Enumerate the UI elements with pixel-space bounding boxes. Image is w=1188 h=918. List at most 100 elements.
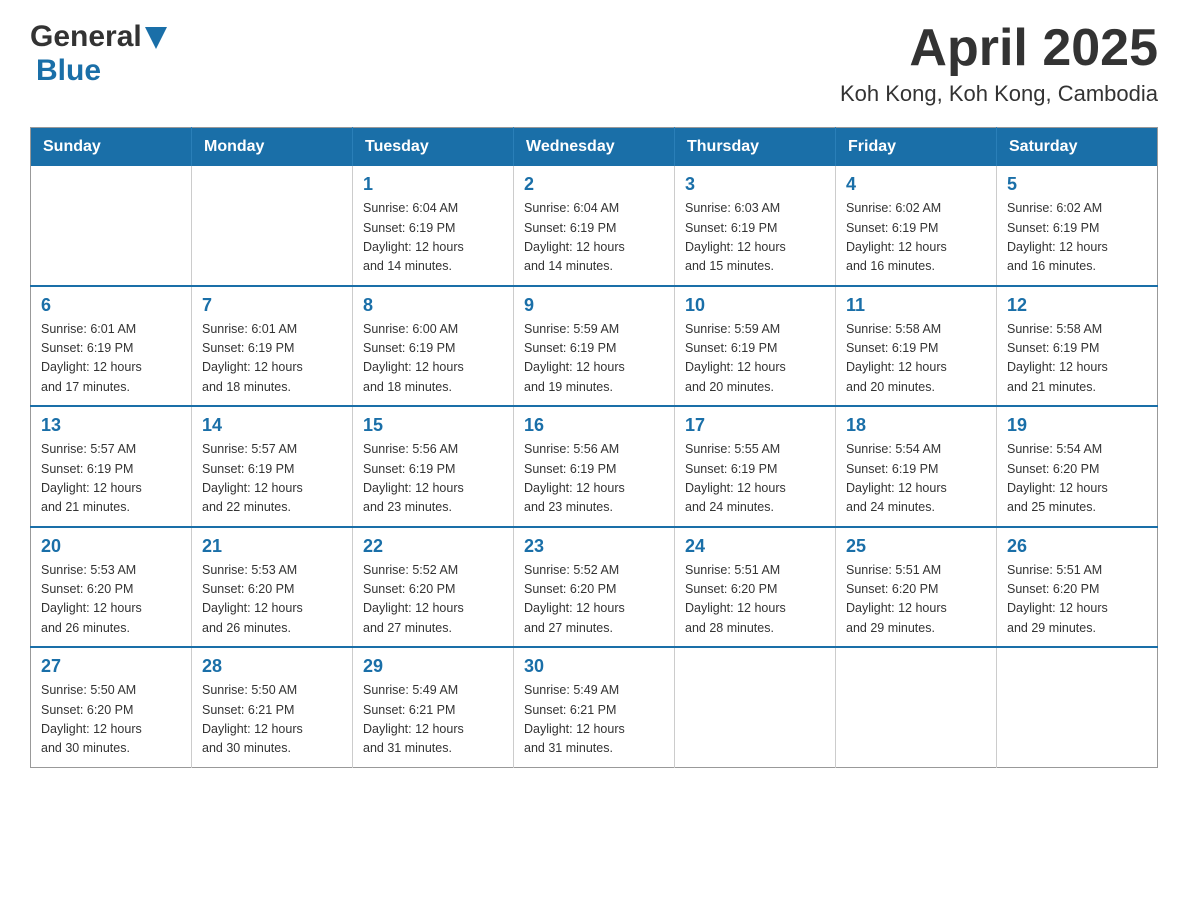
calendar-cell: 4 Sunrise: 6:02 AM Sunset: 6:19 PM Daylig… bbox=[836, 166, 997, 286]
calendar-cell: 30 Sunrise: 5:49 AM Sunset: 6:21 PM Dayli… bbox=[514, 647, 675, 767]
day-number: 2 bbox=[524, 174, 664, 195]
day-number: 6 bbox=[41, 295, 181, 316]
calendar-cell: 18Sunrise: 5:54 AM Sunset: 6:19 PM Dayli… bbox=[836, 406, 997, 527]
calendar-cell: 8 Sunrise: 6:00 AM Sunset: 6:19 PM Daylig… bbox=[353, 286, 514, 407]
day-info: Sunrise: 5:59 AM Sunset: 6:19 PM Dayligh… bbox=[685, 320, 825, 398]
calendar-cell: 29Sunrise: 5:49 AM Sunset: 6:21 PM Dayli… bbox=[353, 647, 514, 767]
weekday-header-saturday: Saturday bbox=[997, 128, 1158, 167]
calendar-cell: 23 Sunrise: 5:52 AM Sunset: 6:20 PM Dayli… bbox=[514, 527, 675, 648]
logo: General Blue bbox=[30, 20, 167, 88]
day-info: Sunrise: 5:51 AM Sunset: 6:20 PM Dayligh… bbox=[1007, 561, 1147, 639]
day-info: Sunrise: 5:57 AM Sunset: 6:19 PM Dayligh… bbox=[202, 440, 342, 518]
weekday-header-sunday: Sunday bbox=[31, 128, 192, 167]
day-info: Sunrise: 6:02 AM Sunset: 6:19 PM Dayligh… bbox=[1007, 199, 1147, 277]
weekday-header-row: SundayMondayTuesdayWednesdayThursdayFrid… bbox=[31, 128, 1158, 167]
day-number: 5 bbox=[1007, 174, 1147, 195]
calendar-cell bbox=[836, 647, 997, 767]
day-info: Sunrise: 5:52 AM Sunset: 6:20 PM Dayligh… bbox=[524, 561, 664, 639]
day-number: 1 bbox=[363, 174, 503, 195]
calendar-cell: 11 Sunrise: 5:58 AM Sunset: 6:19 PM Dayli… bbox=[836, 286, 997, 407]
calendar-week-row: 27 Sunrise: 5:50 AM Sunset: 6:20 PM Dayli… bbox=[31, 647, 1158, 767]
calendar-cell: 2 Sunrise: 6:04 AM Sunset: 6:19 PM Daylig… bbox=[514, 166, 675, 286]
day-number: 3 bbox=[685, 174, 825, 195]
day-number: 13 bbox=[41, 415, 181, 436]
calendar-week-row: 1 Sunrise: 6:04 AM Sunset: 6:19 PM Daylig… bbox=[31, 166, 1158, 286]
day-info: Sunrise: 5:50 AM Sunset: 6:21 PM Dayligh… bbox=[202, 681, 342, 759]
day-info: Sunrise: 5:58 AM Sunset: 6:19 PM Dayligh… bbox=[1007, 320, 1147, 398]
calendar-cell: 20 Sunrise: 5:53 AM Sunset: 6:20 PM Dayli… bbox=[31, 527, 192, 648]
calendar-cell: 13 Sunrise: 5:57 AM Sunset: 6:19 PM Dayli… bbox=[31, 406, 192, 527]
weekday-header-friday: Friday bbox=[836, 128, 997, 167]
day-number: 19 bbox=[1007, 415, 1147, 436]
calendar-cell: 5 Sunrise: 6:02 AM Sunset: 6:19 PM Daylig… bbox=[997, 166, 1158, 286]
day-info: Sunrise: 5:57 AM Sunset: 6:19 PM Dayligh… bbox=[41, 440, 181, 518]
day-info: Sunrise: 6:02 AM Sunset: 6:19 PM Dayligh… bbox=[846, 199, 986, 277]
logo-triangle-icon bbox=[145, 27, 167, 49]
weekday-header-monday: Monday bbox=[192, 128, 353, 167]
day-info: Sunrise: 6:04 AM Sunset: 6:19 PM Dayligh… bbox=[363, 199, 503, 277]
day-number: 4 bbox=[846, 174, 986, 195]
day-info: Sunrise: 6:03 AM Sunset: 6:19 PM Dayligh… bbox=[685, 199, 825, 277]
day-number: 23 bbox=[524, 536, 664, 557]
day-number: 11 bbox=[846, 295, 986, 316]
calendar-cell: 3 Sunrise: 6:03 AM Sunset: 6:19 PM Daylig… bbox=[675, 166, 836, 286]
day-info: Sunrise: 5:51 AM Sunset: 6:20 PM Dayligh… bbox=[846, 561, 986, 639]
day-info: Sunrise: 6:00 AM Sunset: 6:19 PM Dayligh… bbox=[363, 320, 503, 398]
day-number: 16 bbox=[524, 415, 664, 436]
day-info: Sunrise: 5:53 AM Sunset: 6:20 PM Dayligh… bbox=[41, 561, 181, 639]
day-info: Sunrise: 5:56 AM Sunset: 6:19 PM Dayligh… bbox=[524, 440, 664, 518]
calendar-cell: 25 Sunrise: 5:51 AM Sunset: 6:20 PM Dayli… bbox=[836, 527, 997, 648]
calendar-cell: 6Sunrise: 6:01 AM Sunset: 6:19 PM Daylig… bbox=[31, 286, 192, 407]
calendar-cell bbox=[31, 166, 192, 286]
calendar-cell: 10 Sunrise: 5:59 AM Sunset: 6:19 PM Dayli… bbox=[675, 286, 836, 407]
day-info: Sunrise: 5:49 AM Sunset: 6:21 PM Dayligh… bbox=[524, 681, 664, 759]
calendar-cell: 15Sunrise: 5:56 AM Sunset: 6:19 PM Dayli… bbox=[353, 406, 514, 527]
day-info: Sunrise: 5:58 AM Sunset: 6:19 PM Dayligh… bbox=[846, 320, 986, 398]
day-number: 20 bbox=[41, 536, 181, 557]
day-info: Sunrise: 5:54 AM Sunset: 6:20 PM Dayligh… bbox=[1007, 440, 1147, 518]
calendar-cell: 1 Sunrise: 6:04 AM Sunset: 6:19 PM Daylig… bbox=[353, 166, 514, 286]
day-number: 12 bbox=[1007, 295, 1147, 316]
day-number: 28 bbox=[202, 656, 342, 677]
day-number: 26 bbox=[1007, 536, 1147, 557]
calendar-cell: 16 Sunrise: 5:56 AM Sunset: 6:19 PM Dayli… bbox=[514, 406, 675, 527]
day-number: 30 bbox=[524, 656, 664, 677]
day-info: Sunrise: 6:01 AM Sunset: 6:19 PM Dayligh… bbox=[202, 320, 342, 398]
day-number: 27 bbox=[41, 656, 181, 677]
day-info: Sunrise: 5:51 AM Sunset: 6:20 PM Dayligh… bbox=[685, 561, 825, 639]
weekday-header-wednesday: Wednesday bbox=[514, 128, 675, 167]
day-number: 25 bbox=[846, 536, 986, 557]
weekday-header-thursday: Thursday bbox=[675, 128, 836, 167]
calendar-cell: 27 Sunrise: 5:50 AM Sunset: 6:20 PM Dayli… bbox=[31, 647, 192, 767]
calendar-cell: 24 Sunrise: 5:51 AM Sunset: 6:20 PM Dayli… bbox=[675, 527, 836, 648]
day-number: 24 bbox=[685, 536, 825, 557]
calendar-cell bbox=[675, 647, 836, 767]
calendar-cell: 9Sunrise: 5:59 AM Sunset: 6:19 PM Daylig… bbox=[514, 286, 675, 407]
day-number: 21 bbox=[202, 536, 342, 557]
calendar-cell: 19 Sunrise: 5:54 AM Sunset: 6:20 PM Dayli… bbox=[997, 406, 1158, 527]
calendar-week-row: 6 Sunrise: 6:01 AM Sunset: 6:19 PM Daylig… bbox=[31, 286, 1158, 407]
calendar-cell: 26 Sunrise: 5:51 AM Sunset: 6:20 PM Dayli… bbox=[997, 527, 1158, 648]
calendar-cell: 14Sunrise: 5:57 AM Sunset: 6:19 PM Dayli… bbox=[192, 406, 353, 527]
day-info: Sunrise: 5:59 AM Sunset: 6:19 PM Dayligh… bbox=[524, 320, 664, 398]
day-info: Sunrise: 5:56 AM Sunset: 6:19 PM Dayligh… bbox=[363, 440, 503, 518]
day-info: Sunrise: 5:55 AM Sunset: 6:19 PM Dayligh… bbox=[685, 440, 825, 518]
calendar-week-row: 20 Sunrise: 5:53 AM Sunset: 6:20 PM Dayli… bbox=[31, 527, 1158, 648]
calendar-cell: 17Sunrise: 5:55 AM Sunset: 6:19 PM Dayli… bbox=[675, 406, 836, 527]
title-section: April 2025 Koh Kong, Koh Kong, Cambodia bbox=[840, 20, 1158, 107]
day-number: 10 bbox=[685, 295, 825, 316]
day-number: 8 bbox=[363, 295, 503, 316]
day-number: 7 bbox=[202, 295, 342, 316]
calendar-subtitle: Koh Kong, Koh Kong, Cambodia bbox=[840, 81, 1158, 107]
calendar-cell: 28 Sunrise: 5:50 AM Sunset: 6:21 PM Dayli… bbox=[192, 647, 353, 767]
day-info: Sunrise: 6:04 AM Sunset: 6:19 PM Dayligh… bbox=[524, 199, 664, 277]
weekday-header-tuesday: Tuesday bbox=[353, 128, 514, 167]
calendar-week-row: 13 Sunrise: 5:57 AM Sunset: 6:19 PM Dayli… bbox=[31, 406, 1158, 527]
logo-general-text: General bbox=[30, 20, 142, 54]
calendar-title: April 2025 bbox=[840, 20, 1158, 77]
calendar-cell: 22Sunrise: 5:52 AM Sunset: 6:20 PM Dayli… bbox=[353, 527, 514, 648]
day-number: 29 bbox=[363, 656, 503, 677]
calendar-cell: 12 Sunrise: 5:58 AM Sunset: 6:19 PM Dayli… bbox=[997, 286, 1158, 407]
day-info: Sunrise: 5:50 AM Sunset: 6:20 PM Dayligh… bbox=[41, 681, 181, 759]
calendar-cell bbox=[997, 647, 1158, 767]
